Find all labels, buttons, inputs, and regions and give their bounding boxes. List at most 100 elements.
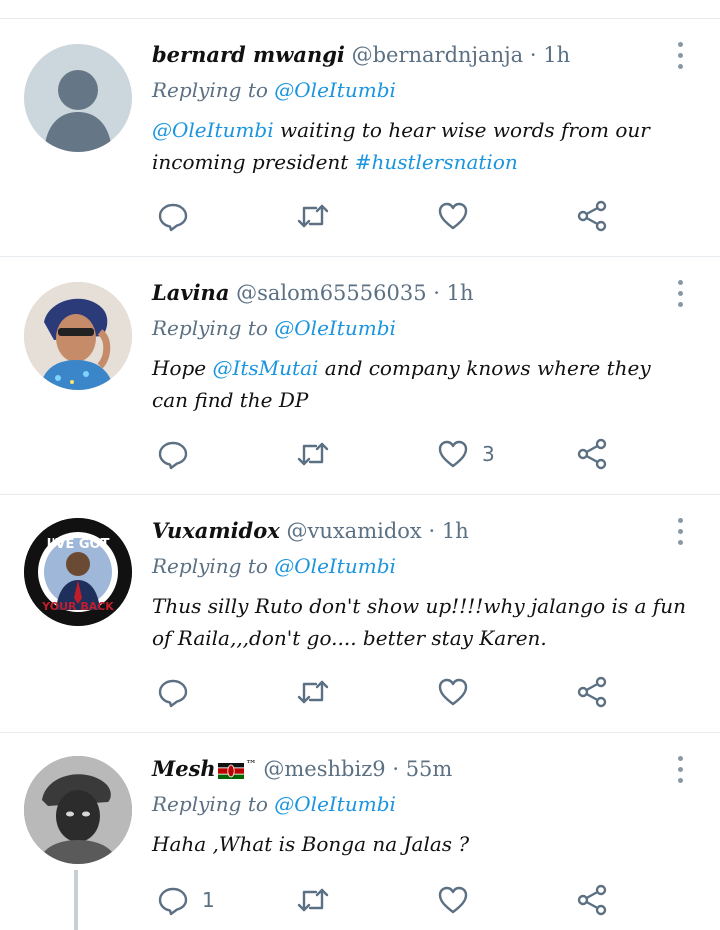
timestamp[interactable]: 1h	[442, 519, 469, 543]
share-icon	[577, 200, 607, 232]
timestamp[interactable]: 1h	[447, 281, 474, 305]
tweet-text: Haha ,What is Bonga na Jalas ?	[152, 832, 470, 856]
avatar-vuxamidox[interactable]: I'VE GOT YOUR BACK	[24, 518, 132, 626]
tweet-divider	[0, 256, 720, 257]
name-trademark: ™	[245, 758, 257, 771]
heart-icon	[438, 678, 468, 706]
reply-icon	[158, 441, 188, 470]
timestamp[interactable]: 1h	[543, 43, 570, 67]
mention-link[interactable]: @OleItumbi	[152, 118, 274, 142]
like-button[interactable]	[436, 672, 482, 712]
badge-text-top: I'VE GOT	[47, 537, 110, 552]
profile-photo	[24, 282, 132, 390]
tweet-actions	[150, 196, 630, 236]
display-name[interactable]: Mesh	[152, 756, 216, 781]
profile-badge-image: I'VE GOT YOUR BACK	[24, 518, 132, 626]
replying-prefix: Replying to	[152, 554, 268, 578]
replying-prefix: Replying to	[152, 316, 268, 340]
separator-dot: ·	[529, 43, 537, 67]
display-name[interactable]: Vuxamidox	[152, 518, 280, 543]
share-button[interactable]	[576, 880, 610, 920]
tweet-vuxamidox[interactable]: I'VE GOT YOUR BACK Vuxamidox @vuxamidox …	[0, 496, 720, 732]
share-button[interactable]	[576, 434, 610, 474]
tweet-header: bernard mwangi @bernardnjanja · 1h	[152, 42, 570, 67]
like-button[interactable]	[436, 196, 482, 236]
replying-to: Replying to @OleItumbi	[152, 554, 396, 578]
replying-prefix: Replying to	[152, 792, 268, 816]
reply-button[interactable]	[156, 672, 202, 712]
replying-to-link[interactable]: @OleItumbi	[274, 792, 396, 816]
tweet-actions: 1	[150, 880, 630, 920]
avatar-lavina[interactable]	[24, 282, 132, 390]
user-handle[interactable]: @salom65556035	[236, 281, 426, 305]
user-handle[interactable]: @meshbiz9	[263, 757, 385, 781]
replying-to-link[interactable]: @OleItumbi	[274, 78, 396, 102]
retweet-icon	[297, 888, 329, 912]
retweet-button[interactable]	[296, 196, 330, 236]
replying-to-link[interactable]: @OleItumbi	[274, 554, 396, 578]
replying-to: Replying to @OleItumbi	[152, 792, 396, 816]
avatar-mesh[interactable]	[24, 756, 132, 864]
separator-dot: ·	[428, 519, 436, 543]
like-button[interactable]: 3	[436, 434, 495, 474]
more-options-icon[interactable]	[672, 756, 688, 790]
tweet-text-pre: Hope	[152, 356, 213, 380]
top-divider	[0, 18, 720, 19]
reply-button[interactable]	[156, 196, 202, 236]
tweet-mesh[interactable]: Mesh ™ @meshbiz9 · 55m Replying to @OleIt…	[0, 734, 720, 930]
more-options-icon[interactable]	[672, 280, 688, 314]
replying-to: Replying to @OleItumbi	[152, 316, 396, 340]
hashtag-link[interactable]: #hustlersnation	[355, 150, 518, 174]
separator-dot: ·	[392, 757, 399, 781]
like-button[interactable]	[436, 880, 482, 920]
mention-link[interactable]: @ItsMutai	[212, 356, 318, 380]
separator-dot: ·	[433, 281, 440, 305]
tweet-text: Hope @ItsMutai and company knows where t…	[152, 352, 692, 416]
tweet-lavina[interactable]: Lavina @salom65556035 · 1h Replying to @…	[0, 258, 720, 494]
tweet-header: Mesh ™ @meshbiz9 · 55m	[152, 756, 452, 781]
kenya-flag-icon	[217, 762, 244, 779]
share-icon	[577, 676, 607, 708]
replying-to-link[interactable]: @OleItumbi	[274, 316, 396, 340]
heart-icon	[438, 440, 468, 468]
tweet-actions: 3	[150, 434, 630, 474]
timestamp[interactable]: 55m	[406, 757, 453, 781]
reply-count: 1	[202, 888, 215, 912]
badge-text-bottom: YOUR BACK	[41, 600, 114, 613]
tweet-actions	[150, 672, 630, 712]
tweet-bernard[interactable]: bernard mwangi @bernardnjanja · 1h Reply…	[0, 20, 720, 256]
user-handle[interactable]: @vuxamidox	[286, 519, 421, 543]
tweet-text: Thus silly Ruto don't show up!!!!why jal…	[152, 594, 686, 650]
reply-button[interactable]: 1	[156, 880, 215, 920]
avatar-default[interactable]	[24, 44, 132, 152]
display-name[interactable]: Lavina	[152, 280, 229, 305]
more-options-icon[interactable]	[672, 518, 688, 552]
profile-photo	[24, 756, 132, 864]
thread-line	[74, 870, 78, 930]
reply-icon	[158, 203, 188, 232]
retweet-button[interactable]	[296, 434, 330, 474]
heart-icon	[438, 202, 468, 230]
reply-button[interactable]	[156, 434, 202, 474]
share-button[interactable]	[576, 672, 610, 712]
retweet-icon	[297, 204, 329, 228]
retweet-icon	[297, 680, 329, 704]
share-button[interactable]	[576, 196, 610, 236]
retweet-button[interactable]	[296, 880, 330, 920]
reply-icon	[158, 679, 188, 708]
tweet-divider	[0, 732, 720, 733]
retweet-button[interactable]	[296, 672, 330, 712]
share-icon	[577, 884, 607, 916]
default-profile-icon	[44, 70, 112, 152]
display-name[interactable]: bernard mwangi	[152, 42, 345, 67]
tweet-divider	[0, 494, 720, 495]
reply-icon	[158, 887, 188, 916]
heart-icon	[438, 886, 468, 914]
replying-prefix: Replying to	[152, 78, 268, 102]
user-handle[interactable]: @bernardnjanja	[352, 43, 524, 67]
more-options-icon[interactable]	[672, 42, 688, 76]
like-count: 3	[482, 442, 495, 466]
retweet-icon	[297, 442, 329, 466]
tweet-header: Vuxamidox @vuxamidox · 1h	[152, 518, 469, 543]
replying-to: Replying to @OleItumbi	[152, 78, 396, 102]
